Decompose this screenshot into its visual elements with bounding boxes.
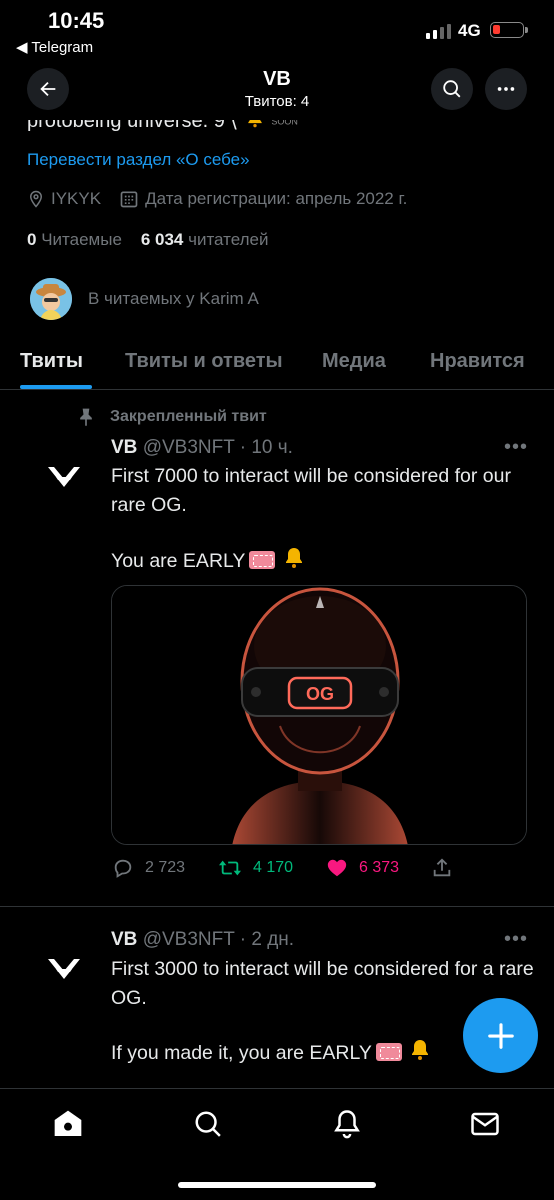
pin-icon (80, 408, 92, 427)
back-to-app-link[interactable]: ◀ Telegram (16, 38, 93, 56)
bell-emoji-icon (412, 1040, 429, 1060)
location-icon (29, 190, 43, 208)
tweet-text-early: If you made it, you are EARLY (111, 1042, 372, 1064)
search-nav-icon (195, 1111, 221, 1137)
followers-count: 6 034 (140, 230, 184, 249)
nav-messages[interactable] (468, 1107, 502, 1141)
pinned-label: Закрепленный твит (76, 406, 267, 428)
reply-button[interactable]: 2 723 (111, 857, 185, 879)
heart-icon (327, 859, 347, 877)
mail-icon (471, 1112, 499, 1136)
tab-likes[interactable]: Нравится (430, 350, 525, 373)
followed-by[interactable]: В читаемых у Karim A (30, 278, 259, 320)
nav-home[interactable] (51, 1107, 85, 1141)
tweet-media-image[interactable]: OG (111, 585, 527, 845)
media-og-text: OG (306, 684, 334, 704)
share-button[interactable] (431, 857, 453, 879)
tweet-author-name[interactable]: VB (111, 929, 137, 950)
tweet-actions: 2 723 4 170 6 373 (111, 857, 531, 883)
profile-meta: IYKYK Дата регистрации: апрель 2022 г. (27, 189, 425, 209)
like-count: 6 373 (359, 859, 400, 876)
profile-location: IYKYK (27, 189, 101, 209)
tweet-handle-time: @VB3NFT · 10 ч. (142, 437, 293, 458)
active-tab-indicator (20, 385, 92, 389)
more-button[interactable] (485, 68, 527, 110)
more-icon (497, 87, 515, 91)
calendar-icon (120, 191, 138, 208)
tab-media[interactable]: Медиа (322, 350, 386, 373)
status-time: 10:45 (48, 8, 105, 33)
tweet-header: VB @VB3NFT · 2 дн. (111, 929, 294, 951)
compose-tweet-button[interactable] (463, 998, 538, 1073)
search-icon (443, 80, 461, 98)
tweet-divider (0, 906, 554, 907)
translate-bio-link[interactable]: Перевести раздел «О себе» (27, 150, 250, 170)
retweet-count: 4 170 (253, 859, 294, 876)
following-label: Читаемые (41, 230, 122, 249)
ticket-emoji-icon (249, 551, 276, 569)
profile-header: VB Твитов: 4 (0, 60, 554, 120)
reply-icon (114, 859, 132, 878)
search-button[interactable] (431, 68, 473, 110)
tab-tweets-replies[interactable]: Твиты и ответы (125, 350, 283, 373)
like-button[interactable]: 6 373 (325, 857, 399, 879)
avatar (30, 278, 72, 320)
bell-emoji-icon (285, 548, 302, 568)
tweet-more-icon[interactable]: ••• (504, 928, 528, 951)
followed-by-text: В читаемых у Karim A (88, 289, 259, 308)
follow-stats: 0 Читаемые 6 034 читателей (27, 230, 268, 250)
profile-joined: Дата регистрации: апрель 2022 г. (119, 189, 407, 209)
tweet-text: First 7000 to interact will be considere… (111, 465, 511, 516)
vb-logo-icon (48, 467, 80, 487)
tweet-text-early: You are EARLY (111, 550, 246, 572)
signal-icon (426, 24, 451, 39)
retweet-icon (219, 860, 241, 876)
nav-notifications[interactable] (330, 1107, 364, 1141)
tweet-author-name[interactable]: VB (111, 437, 137, 458)
home-icon (54, 1110, 82, 1136)
location-text: IYKYK (51, 189, 102, 208)
battery-icon (490, 22, 528, 38)
ticket-emoji-icon (375, 1043, 402, 1061)
followers-link[interactable]: 6 034 читателей (141, 230, 269, 249)
profile-tabs: Твиты Твиты и ответы Медиа Нравится (0, 336, 554, 390)
tweet-text: First 3000 to interact will be considere… (111, 958, 534, 1009)
tab-tweets[interactable]: Твиты (20, 350, 83, 373)
network-type: 4G (458, 21, 481, 40)
pinned-text: Закрепленный твит (110, 408, 267, 425)
tweet-more-icon[interactable]: ••• (504, 436, 528, 459)
following-count: 0 (27, 230, 37, 249)
tweet-text-line: You are EARLY (111, 546, 536, 576)
tweet-header: VB @VB3NFT · 10 ч. (111, 437, 293, 459)
nav-search[interactable] (191, 1107, 225, 1141)
joined-text: Дата регистрации: апрель 2022 г. (145, 189, 408, 208)
status-bar: 10:45 ◀ Telegram 4G (0, 0, 554, 60)
tweet-handle-time: @VB3NFT · 2 дн. (142, 929, 295, 950)
following-link[interactable]: 0 Читаемые (27, 230, 122, 249)
share-icon (433, 858, 451, 877)
vb-logo-icon (48, 959, 80, 979)
compose-plus-icon (487, 1022, 514, 1049)
home-indicator (178, 1182, 376, 1188)
reply-count: 2 723 (145, 859, 186, 876)
bell-icon (334, 1110, 360, 1139)
followers-label: читателей (188, 230, 269, 249)
retweet-button[interactable]: 4 170 (217, 857, 293, 879)
